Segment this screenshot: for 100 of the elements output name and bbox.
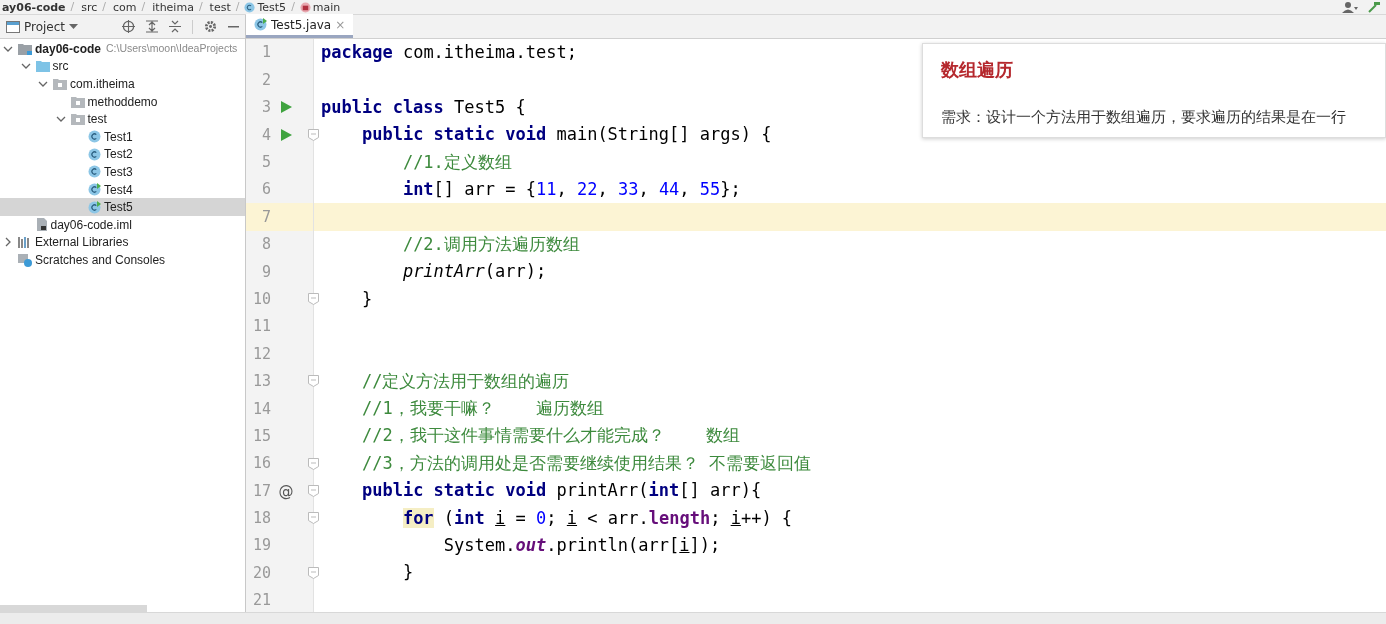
tree-item-label: day06-code [35, 40, 102, 58]
line-number: 9 [260, 261, 271, 283]
breadcrumb-separator: / [235, 0, 240, 15]
scratches-icon [18, 252, 32, 267]
line-number: 21 [251, 590, 271, 612]
breadcrumb[interactable]: src [81, 1, 98, 13]
package-folder-icon [70, 95, 85, 108]
line-number: 11 [251, 316, 271, 338]
breadcrumb-separator: / [70, 0, 75, 15]
tree-item[interactable]: Test3 [0, 163, 245, 181]
line-number: 4 [260, 124, 271, 146]
libraries-icon [18, 236, 32, 249]
breadcrumb-separator: / [141, 0, 146, 15]
line-number: 19 [251, 535, 271, 557]
target-icon[interactable] [122, 20, 135, 33]
code-line: //2.调用方法遍历数组 [401, 232, 580, 256]
line-number: 20 [251, 562, 271, 584]
breadcrumb[interactable]: com [113, 1, 137, 13]
tree-item[interactable]: day06-code.iml [0, 215, 245, 234]
line-number: 10 [251, 288, 271, 310]
tree-item-label: src [52, 58, 69, 76]
hammer-icon[interactable] [1368, 1, 1380, 13]
scrollbar[interactable] [0, 604, 147, 612]
code-line: public static void printArr(int[] arr){ [360, 479, 762, 503]
code-line: public static void main(String[] args) { [360, 123, 772, 147]
tree-item-label: Test2 [104, 146, 133, 164]
package-folder-icon [70, 113, 85, 126]
module-folder-icon [18, 42, 32, 55]
breadcrumb-separator: / [291, 0, 295, 15]
breadcrumb-separator: / [198, 0, 203, 15]
line-number: 12 [251, 343, 271, 365]
file-icon [35, 218, 48, 232]
tree-item[interactable]: methoddemo [0, 92, 245, 111]
tree-item-label: test [87, 111, 107, 129]
line-number: 3 [260, 97, 271, 119]
tree-item-label: methoddemo [87, 93, 158, 111]
panel-title[interactable]: Project [24, 17, 66, 36]
minimize-icon[interactable] [228, 25, 239, 28]
breadcrumb[interactable]: main [312, 1, 341, 13]
code-line: //3，方法的调用处是否需要继续使用结果？ 不需要返回值 [360, 451, 811, 475]
package-folder-icon [53, 78, 67, 90]
line-number: 8 [260, 234, 271, 256]
tree-item-label: Test1 [104, 128, 133, 146]
tree-item[interactable]: External Libraries [0, 233, 245, 252]
tree-item-label: day06-code.iml [50, 216, 132, 234]
caret-icon[interactable] [69, 23, 79, 30]
class-icon [88, 165, 101, 179]
breadcrumb[interactable]: ay06-code [2, 1, 66, 13]
code-line: //1.定义数组 [401, 150, 512, 174]
run-icon[interactable] [280, 101, 292, 114]
tree-item[interactable]: src [0, 57, 245, 76]
collapse-all-icon[interactable] [169, 20, 181, 33]
code-line: //2，我干这件事情需要什么才能完成？ 数组 [360, 424, 740, 448]
breadcrumb[interactable]: test [209, 1, 231, 13]
code-line: int[] arr = {11, 22, 33, 44, 55}; [401, 177, 741, 201]
run-icon[interactable] [280, 128, 292, 141]
line-number: 15 [251, 425, 271, 447]
line-number: 14 [251, 398, 271, 420]
code-line: System.out.println(arr[i]); [442, 534, 721, 558]
card-title: 数组遍历 [941, 58, 1014, 82]
user-icon[interactable] [1342, 1, 1358, 13]
tree-item[interactable]: Test5 [0, 198, 245, 216]
method-icon [299, 1, 311, 13]
line-number: 1 [260, 42, 271, 64]
class-icon [244, 1, 256, 13]
tree-item[interactable]: Test2 [0, 145, 245, 164]
code-line: //1，我要干嘛？ 遍历数组 [360, 397, 604, 421]
code-line: for (int i = 0; i < arr.length; i++) { [401, 506, 793, 530]
code-line: //定义方法用于数组的遍历 [360, 369, 570, 393]
implements-marker[interactable]: @ [278, 479, 294, 503]
settings-icon[interactable] [204, 20, 217, 33]
line-number: 6 [260, 179, 271, 201]
tree-item-label: Test4 [104, 181, 133, 199]
line-number: 17 [251, 480, 271, 502]
tree-item-label: External Libraries [35, 234, 129, 252]
code-line: package com.itheima.test; [320, 41, 577, 64]
tree-item[interactable]: Test4 [0, 180, 245, 199]
tree-item[interactable]: test [0, 110, 245, 128]
tree-item-label: Scratches and Consoles [35, 251, 166, 269]
tree-item[interactable]: Test1 [0, 127, 245, 146]
breadcrumb[interactable]: itheima [152, 1, 194, 13]
expand-all-icon[interactable] [146, 20, 158, 33]
line-number: 7 [260, 206, 271, 228]
tree-item[interactable]: day06-code C:\Users\moon\IdeaProjects [0, 40, 245, 58]
tree-item[interactable]: Scratches and Consoles [0, 251, 245, 269]
tree-item-label: Test5 [104, 199, 133, 217]
tree-item-label: Test3 [104, 163, 133, 181]
line-number: 2 [260, 69, 271, 91]
breadcrumb[interactable]: Test5 [257, 1, 287, 13]
chevron-right-icon[interactable] [3, 237, 13, 248]
editor-tab[interactable]: Test5.java × [246, 14, 354, 38]
tree-item[interactable]: com.itheima [0, 75, 245, 93]
card-text: 需求：设计一个方法用于数组遍历，要求遍历的结果是在一行 [941, 108, 1347, 128]
line-number: 16 [251, 453, 271, 475]
line-number: 5 [260, 152, 271, 173]
chevron-down-icon[interactable] [38, 79, 48, 89]
runnable-class-icon [88, 200, 101, 214]
code-line: printArr(arr); [401, 260, 547, 284]
code-line: public class Test5 { [320, 95, 526, 119]
line-number: 18 [251, 508, 271, 530]
